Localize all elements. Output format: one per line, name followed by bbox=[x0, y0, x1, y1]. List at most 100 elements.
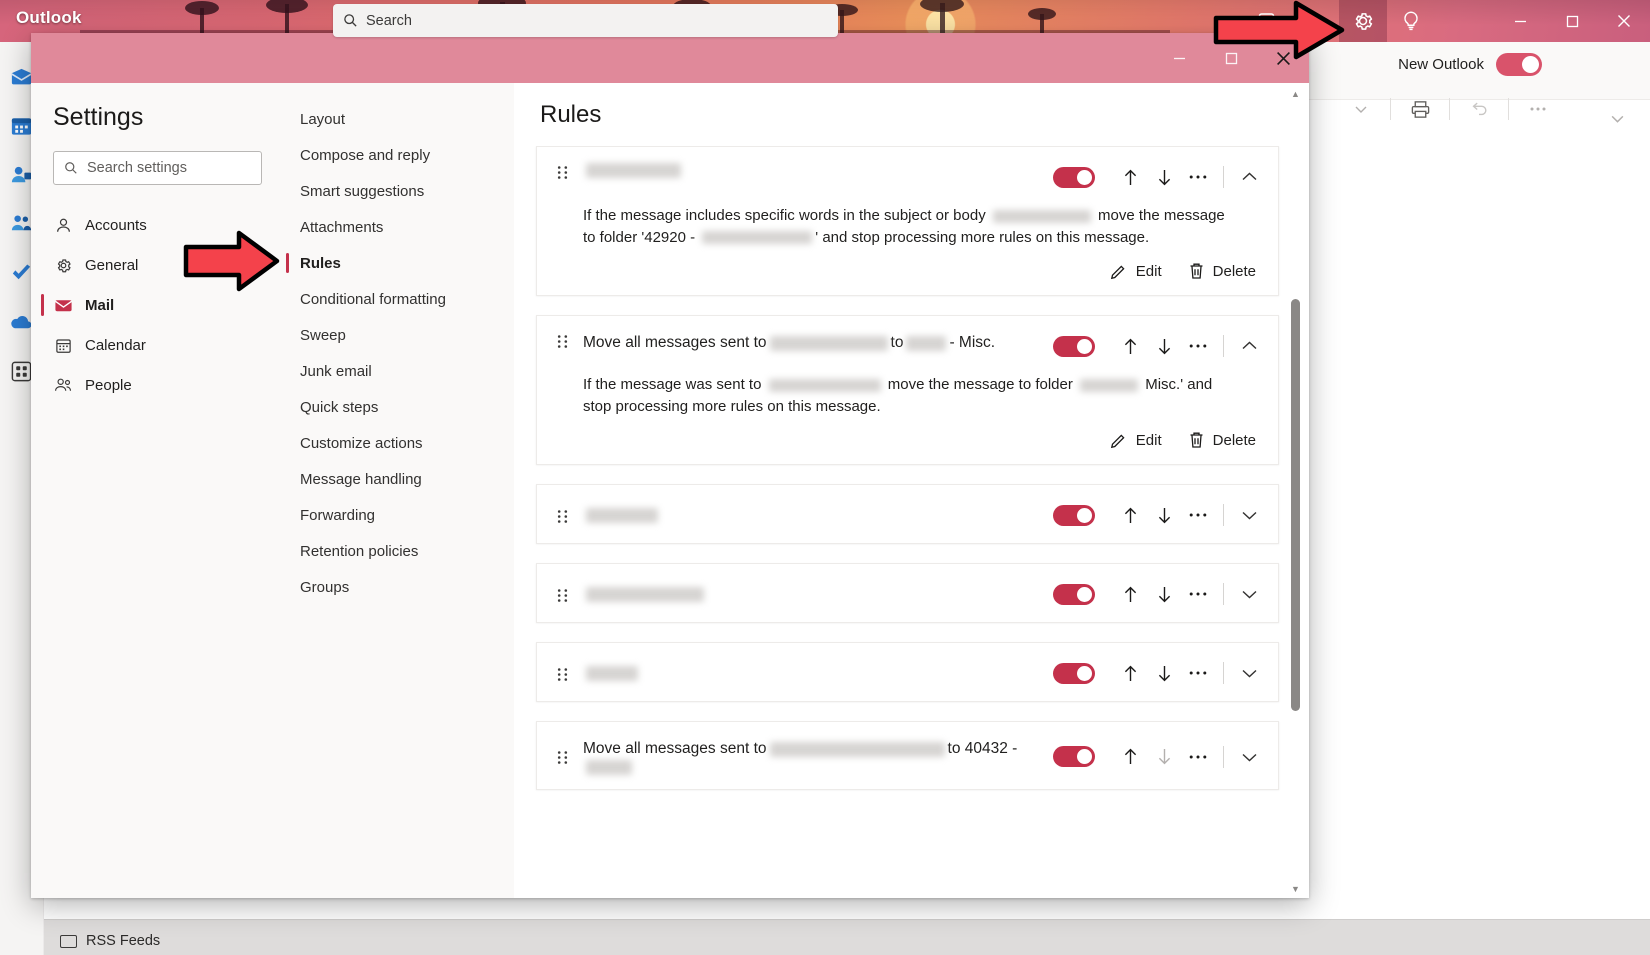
subnav-item-customize-actions[interactable]: Customize actions bbox=[284, 425, 514, 461]
subnav-label: Attachments bbox=[300, 219, 383, 236]
subnav-item-junk-email[interactable]: Junk email bbox=[284, 353, 514, 389]
drag-handle-icon[interactable] bbox=[553, 750, 571, 765]
move-down-button[interactable] bbox=[1147, 332, 1181, 360]
scroll-up-arrow[interactable]: ▲ bbox=[1290, 89, 1301, 99]
rule-more-options-button[interactable] bbox=[1181, 163, 1215, 191]
arrow-up-icon bbox=[1122, 747, 1139, 766]
expand-rule-button[interactable] bbox=[1232, 580, 1266, 608]
grip-dots-icon bbox=[557, 509, 568, 524]
rule-more-options-button[interactable] bbox=[1181, 501, 1215, 529]
screen: Outlook Search bbox=[0, 0, 1650, 955]
subnav-label: Compose and reply bbox=[300, 147, 430, 164]
subnav-item-message-handling[interactable]: Message handling bbox=[284, 461, 514, 497]
rule-controls bbox=[1053, 741, 1266, 771]
edit-rule-button[interactable]: Edit bbox=[1110, 262, 1162, 280]
move-up-button[interactable] bbox=[1113, 659, 1147, 687]
rule-more-options-button[interactable] bbox=[1181, 332, 1215, 360]
rule-enabled-toggle[interactable] bbox=[1053, 663, 1095, 684]
rule-enabled-toggle[interactable] bbox=[1053, 167, 1095, 188]
move-up-button[interactable] bbox=[1113, 743, 1147, 771]
subnav-label: Layout bbox=[300, 111, 345, 128]
sidebar-item-calendar[interactable]: Calendar bbox=[31, 325, 284, 365]
rule-header: Move all messages sent to to - Misc. bbox=[537, 316, 1278, 360]
subnav-item-retention-policies[interactable]: Retention policies bbox=[284, 533, 514, 569]
rule-enabled-toggle[interactable] bbox=[1053, 505, 1095, 526]
move-up-button[interactable] bbox=[1113, 332, 1147, 360]
chevron-down-icon bbox=[1241, 509, 1258, 521]
drag-handle-icon[interactable] bbox=[553, 334, 571, 349]
more-icon[interactable] bbox=[1521, 94, 1555, 124]
text-fragment: If the message includes specific words i… bbox=[583, 207, 990, 224]
outlook-status-bar bbox=[44, 919, 1650, 955]
subnav-label: Junk email bbox=[300, 363, 372, 380]
subnav-item-attachments[interactable]: Attachments bbox=[284, 209, 514, 245]
rule-enabled-toggle[interactable] bbox=[1053, 336, 1095, 357]
rules-scrollbar-thumb[interactable] bbox=[1291, 299, 1300, 711]
drag-handle-icon[interactable] bbox=[553, 667, 571, 682]
subnav-item-quick-steps[interactable]: Quick steps bbox=[284, 389, 514, 425]
rule-card bbox=[536, 642, 1279, 702]
global-search-box[interactable]: Search bbox=[333, 4, 838, 37]
expand-rule-button[interactable] bbox=[1232, 501, 1266, 529]
rule-more-options-button[interactable] bbox=[1181, 743, 1215, 771]
sidebar-item-people[interactable]: People bbox=[31, 365, 284, 405]
help-lightbulb-button[interactable] bbox=[1387, 0, 1435, 42]
edit-rule-button[interactable]: Edit bbox=[1110, 431, 1162, 449]
move-up-button[interactable] bbox=[1113, 580, 1147, 608]
move-up-button[interactable] bbox=[1113, 163, 1147, 191]
person-icon bbox=[53, 217, 73, 234]
folder-rss-feeds[interactable]: RSS Feeds bbox=[60, 933, 160, 949]
subnav-item-conditional-formatting[interactable]: Conditional formatting bbox=[284, 281, 514, 317]
subnav-item-forwarding[interactable]: Forwarding bbox=[284, 497, 514, 533]
arrow-up-icon bbox=[1122, 585, 1139, 604]
rule-enabled-toggle[interactable] bbox=[1053, 584, 1095, 605]
expand-icon[interactable] bbox=[1602, 105, 1632, 131]
drag-handle-icon[interactable] bbox=[553, 509, 571, 524]
new-outlook-toggle[interactable] bbox=[1496, 53, 1542, 76]
move-up-button[interactable] bbox=[1113, 501, 1147, 529]
undo-icon[interactable] bbox=[1462, 94, 1496, 124]
subnav-item-groups[interactable]: Groups bbox=[284, 569, 514, 605]
print-icon[interactable] bbox=[1403, 94, 1437, 124]
move-down-button[interactable] bbox=[1147, 743, 1181, 771]
arrow-up-icon bbox=[1122, 337, 1139, 356]
subnav-item-smart-suggestions[interactable]: Smart suggestions bbox=[284, 173, 514, 209]
minimize-button[interactable] bbox=[1494, 0, 1546, 42]
subnav-item-layout[interactable]: Layout bbox=[284, 101, 514, 137]
settings-body: Settings Search settings Accounts bbox=[31, 83, 1309, 898]
settings-search-input[interactable]: Search settings bbox=[53, 151, 262, 185]
rule-header bbox=[537, 643, 1278, 701]
delete-rule-button[interactable]: Delete bbox=[1188, 431, 1256, 449]
chevron-down-icon[interactable] bbox=[1344, 94, 1378, 124]
drag-handle-icon[interactable] bbox=[553, 588, 571, 603]
subnav-label: Groups bbox=[300, 579, 349, 596]
collapse-rule-button[interactable] bbox=[1232, 163, 1266, 191]
drag-handle-icon[interactable] bbox=[553, 165, 571, 180]
more-dots-icon bbox=[1189, 174, 1207, 180]
expand-rule-button[interactable] bbox=[1232, 743, 1266, 771]
subnav-item-compose-and-reply[interactable]: Compose and reply bbox=[284, 137, 514, 173]
annotation-arrow-rules bbox=[182, 228, 282, 294]
move-down-button[interactable] bbox=[1147, 501, 1181, 529]
settings-minimize-button[interactable] bbox=[1153, 33, 1205, 83]
collapse-rule-button[interactable] bbox=[1232, 332, 1266, 360]
rule-more-options-button[interactable] bbox=[1181, 659, 1215, 687]
rule-more-options-button[interactable] bbox=[1181, 580, 1215, 608]
maximize-button[interactable] bbox=[1546, 0, 1598, 42]
arrow-up-icon bbox=[1122, 168, 1139, 187]
control-separator bbox=[1223, 583, 1224, 605]
delete-rule-button[interactable]: Delete bbox=[1188, 262, 1256, 280]
subnav-item-sweep[interactable]: Sweep bbox=[284, 317, 514, 353]
move-down-button[interactable] bbox=[1147, 163, 1181, 191]
new-outlook-toggle-group[interactable]: New Outlook bbox=[1398, 53, 1542, 76]
redacted-text bbox=[770, 336, 888, 351]
delete-label: Delete bbox=[1213, 432, 1256, 449]
scroll-down-arrow[interactable]: ▼ bbox=[1290, 884, 1301, 894]
rule-enabled-toggle[interactable] bbox=[1053, 746, 1095, 767]
move-down-button[interactable] bbox=[1147, 659, 1181, 687]
chevron-down-icon bbox=[1241, 588, 1258, 600]
subnav-item-rules[interactable]: Rules bbox=[284, 245, 514, 281]
close-button[interactable] bbox=[1598, 0, 1650, 42]
move-down-button[interactable] bbox=[1147, 580, 1181, 608]
expand-rule-button[interactable] bbox=[1232, 659, 1266, 687]
